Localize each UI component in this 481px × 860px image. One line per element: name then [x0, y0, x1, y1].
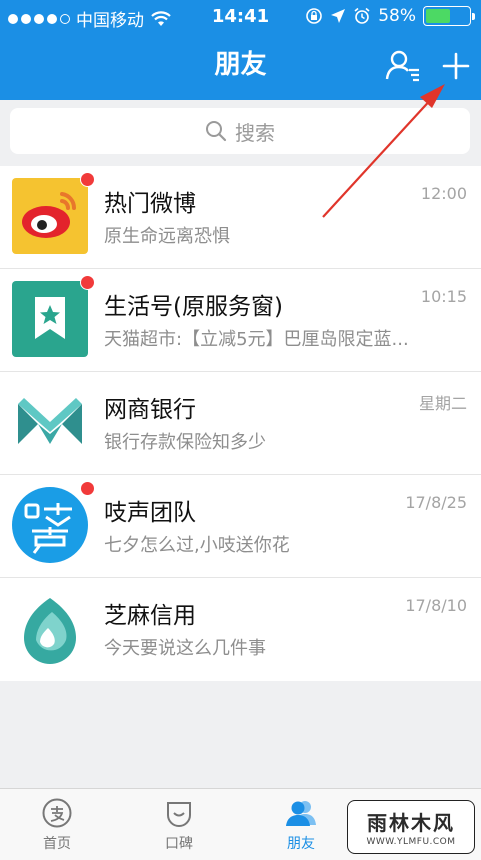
- search-icon: [206, 121, 227, 142]
- conversation-title: 芝麻信用: [104, 603, 196, 629]
- list-item[interactable]: 网商银行 银行存款保险知多少 星期二: [0, 372, 481, 475]
- friends-icon: [286, 801, 316, 826]
- search-input[interactable]: 搜索: [10, 108, 470, 154]
- status-bar: 中国移动 14:41 58%: [0, 0, 481, 34]
- tab-friends[interactable]: 朋友: [261, 797, 341, 853]
- tab-label: 朋友: [287, 836, 315, 852]
- conversation-preview: 银行存款保险知多少: [104, 432, 266, 453]
- tab-home[interactable]: 首页: [17, 797, 97, 853]
- koubei-icon: [167, 802, 191, 827]
- conversation-preview: 七夕怎么过,小吱送你花: [104, 535, 290, 556]
- conversation-preview: 原生命远离恐惧: [104, 226, 230, 247]
- watermark: 雨林木风 WWW.YLMFU.COM: [347, 800, 475, 854]
- conversation-time: 10:15: [420, 287, 467, 306]
- mybank-icon: [12, 384, 88, 460]
- zhisheng-icon: [12, 487, 88, 563]
- unread-dot: [80, 481, 95, 496]
- list-item[interactable]: 生活号(原服务窗) 天猫超市:【立减5元】巴厘岛限定蓝... 10:15: [0, 269, 481, 372]
- tab-label: 口碑: [165, 836, 193, 852]
- search-placeholder: 搜索: [235, 120, 275, 145]
- alarm-icon: [354, 7, 370, 24]
- list-item[interactable]: 吱声团队 七夕怎么过,小吱送你花 17/8/25: [0, 475, 481, 578]
- battery-percent: 58%: [378, 6, 416, 26]
- conversation-time: 17/8/25: [405, 493, 467, 512]
- watermark-text: 雨林木风: [367, 811, 455, 835]
- sesame-credit-icon: [12, 590, 88, 666]
- tab-koubei[interactable]: 口碑: [139, 797, 219, 853]
- list-item[interactable]: 芝麻信用 今天要说这么几件事 17/8/10: [0, 578, 481, 681]
- battery-icon: [423, 6, 475, 26]
- conversation-title: 吱声团队: [104, 500, 196, 526]
- conversation-title: 热门微博: [104, 191, 196, 217]
- list-item[interactable]: 热门微博 原生命远离恐惧 12:00: [0, 166, 481, 269]
- conversation-title: 网商银行: [104, 397, 196, 423]
- weibo-icon: [12, 178, 88, 254]
- location-icon: [331, 9, 346, 23]
- plus-icon[interactable]: [438, 46, 474, 86]
- unread-dot: [80, 172, 95, 187]
- conversation-time: 12:00: [420, 184, 467, 203]
- tab-label: 首页: [43, 836, 71, 852]
- unread-dot: [80, 275, 95, 290]
- conversation-preview: 今天要说这么几件事: [104, 638, 266, 659]
- status-right: 58%: [305, 6, 475, 26]
- watermark-url: WWW.YLMFU.COM: [366, 837, 456, 847]
- conversation-time: 星期二: [418, 394, 467, 413]
- header: 中国移动 14:41 58% 朋友: [0, 0, 481, 100]
- contacts-icon[interactable]: [384, 46, 424, 86]
- search-area: 搜索: [0, 100, 481, 166]
- life-account-icon: [12, 281, 88, 357]
- alipay-home-icon: [42, 798, 72, 828]
- conversation-list: 热门微博 原生命远离恐惧 12:00 生活号(原服务窗) 天猫超市:【立减5元】…: [0, 166, 481, 681]
- rotation-lock-icon: [306, 8, 323, 24]
- conversation-time: 17/8/10: [405, 596, 467, 615]
- conversation-preview: 天猫超市:【立减5元】巴厘岛限定蓝...: [104, 329, 409, 350]
- conversation-title: 生活号(原服务窗): [104, 294, 283, 320]
